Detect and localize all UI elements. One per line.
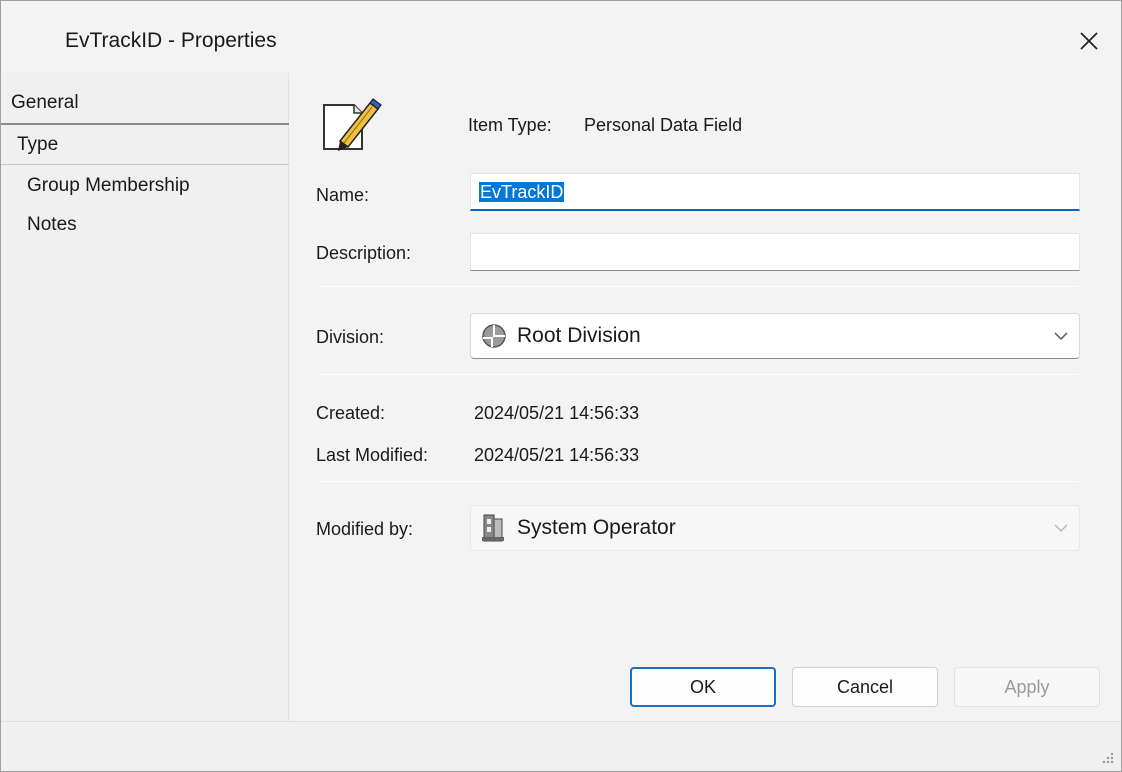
cancel-button[interactable]: Cancel bbox=[792, 667, 938, 707]
resize-grip-icon[interactable] bbox=[1099, 749, 1115, 765]
chevron-down-icon bbox=[1043, 510, 1079, 546]
name-input-value: EvTrackID bbox=[479, 182, 565, 202]
ok-button[interactable]: OK bbox=[630, 667, 776, 707]
last-modified-label: Last Modified: bbox=[316, 445, 429, 465]
division-select-value: Root Division bbox=[517, 324, 641, 347]
created-label: Created: bbox=[316, 403, 386, 423]
sidebar-item-general[interactable]: General bbox=[1, 81, 289, 125]
operator-icon bbox=[479, 513, 509, 543]
division-label: Division: bbox=[316, 327, 385, 347]
divider bbox=[318, 374, 1078, 375]
name-input[interactable]: EvTrackID bbox=[470, 173, 1080, 211]
general-panel: Item Type: Personal Data Field Name: EvT… bbox=[290, 73, 1121, 721]
title-bar[interactable]: EvTrackID - Properties bbox=[1, 1, 1121, 73]
division-select[interactable]: Root Division bbox=[470, 313, 1080, 359]
close-icon bbox=[1080, 32, 1098, 50]
created-value: 2024/05/21 14:56:33 bbox=[474, 403, 640, 423]
pencil-document-icon bbox=[320, 95, 382, 153]
description-label: Description: bbox=[316, 243, 412, 263]
divider bbox=[318, 481, 1078, 482]
division-icon bbox=[479, 321, 509, 351]
close-button[interactable] bbox=[1069, 23, 1109, 59]
last-modified-value: 2024/05/21 14:56:33 bbox=[474, 445, 640, 465]
item-type-value: Personal Data Field bbox=[584, 115, 743, 135]
sidebar-item-group-membership[interactable]: Group Membership bbox=[1, 166, 289, 206]
sidebar-item-notes[interactable]: Notes bbox=[1, 205, 289, 245]
sidebar-nav: General Type Group Membership Notes bbox=[1, 73, 289, 721]
chevron-down-icon bbox=[1043, 318, 1079, 354]
divider bbox=[318, 286, 1078, 287]
modified-by-label: Modified by: bbox=[316, 519, 414, 539]
modified-by-select: System Operator bbox=[470, 505, 1080, 551]
item-type-label: Item Type: bbox=[468, 115, 552, 135]
window-title: EvTrackID - Properties bbox=[65, 29, 277, 52]
apply-button: Apply bbox=[954, 667, 1100, 707]
modified-by-value: System Operator bbox=[517, 516, 676, 539]
properties-dialog: EvTrackID - Properties General Type Grou… bbox=[0, 0, 1122, 772]
status-bar bbox=[1, 721, 1121, 771]
name-label: Name: bbox=[316, 185, 370, 205]
sidebar-item-type[interactable]: Type bbox=[1, 125, 289, 165]
description-input[interactable] bbox=[470, 233, 1080, 271]
